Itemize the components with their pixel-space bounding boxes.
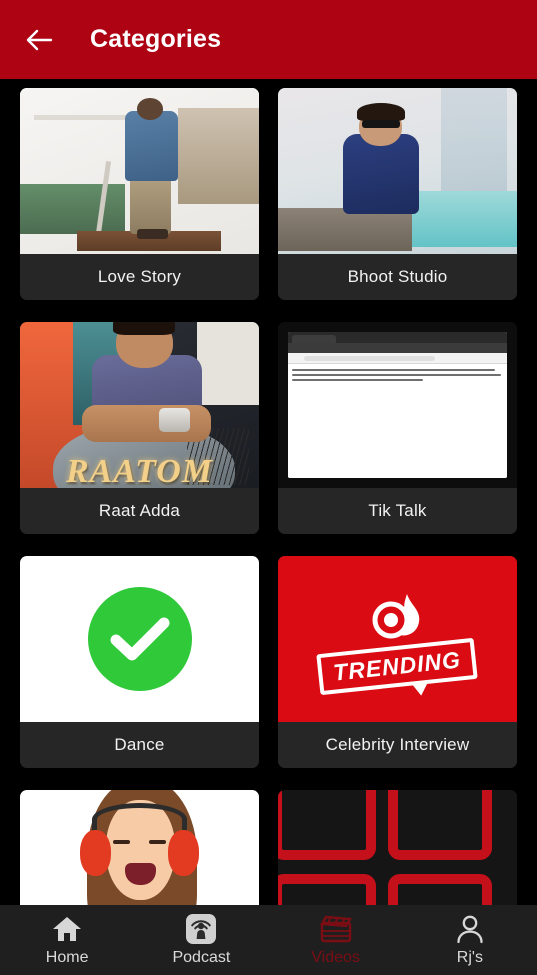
trending-label: TRENDING: [332, 645, 463, 686]
nav-item-podcast[interactable]: Podcast: [134, 913, 268, 967]
podcast-icon: [186, 913, 217, 944]
category-card-red-grid[interactable]: [278, 790, 517, 905]
nav-label-podcast: Podcast: [172, 948, 231, 966]
category-card-bhoot-studio[interactable]: Bhoot Studio: [278, 88, 517, 300]
category-card-love-story[interactable]: Love Story: [20, 88, 259, 300]
category-label: Tik Talk: [278, 488, 517, 534]
categories-screen: Categories Love Story Bhoot Studio RAATO…: [0, 0, 537, 975]
nav-item-videos[interactable]: Videos: [269, 914, 403, 967]
nav-item-rjs[interactable]: Rj's: [403, 914, 537, 967]
category-thumbnail: TRENDING: [278, 556, 517, 722]
category-card-dance[interactable]: Dance: [20, 556, 259, 768]
category-thumbnail: [278, 790, 517, 905]
nav-label-rjs: Rj's: [456, 948, 483, 966]
bottom-navigation-bar: Home Podcast Videos Rj's: [0, 905, 537, 975]
nav-label-videos: Videos: [311, 948, 360, 966]
person-icon: [456, 914, 484, 944]
category-thumbnail: RAATOM: [20, 322, 259, 488]
category-thumbnail: [20, 88, 259, 254]
category-card-tik-talk[interactable]: Tik Talk: [278, 322, 517, 534]
page-title: Categories: [90, 25, 222, 53]
category-thumbnail: [278, 322, 517, 488]
app-header: Categories: [0, 0, 537, 79]
category-card-celebrity-interview[interactable]: TRENDING Celebrity Interview: [278, 556, 517, 768]
nav-label-home: Home: [45, 948, 89, 966]
green-check-icon: [87, 587, 192, 691]
home-icon: [52, 914, 82, 944]
category-label: Bhoot Studio: [278, 254, 517, 300]
flame-note-icon: [367, 592, 429, 650]
category-label: Dance: [20, 722, 259, 768]
arrow-left-icon: [25, 28, 53, 52]
category-thumbnail: [278, 88, 517, 254]
category-card-rj-girl[interactable]: [20, 790, 259, 905]
category-label: Raat Adda: [20, 488, 259, 534]
categories-grid[interactable]: Love Story Bhoot Studio RAATOM Raat Adda: [0, 79, 537, 905]
nav-item-home[interactable]: Home: [0, 914, 134, 967]
category-label: Celebrity Interview: [278, 722, 517, 768]
category-label: Love Story: [20, 254, 259, 300]
category-card-raat-adda[interactable]: RAATOM Raat Adda: [20, 322, 259, 534]
trending-banner: TRENDING: [316, 637, 479, 695]
clapperboard-icon: [319, 914, 352, 944]
category-thumbnail: [20, 790, 259, 905]
thumbnail-overlay-text: RAATOM: [65, 453, 214, 488]
back-button[interactable]: [16, 17, 62, 63]
category-thumbnail: [20, 556, 259, 722]
